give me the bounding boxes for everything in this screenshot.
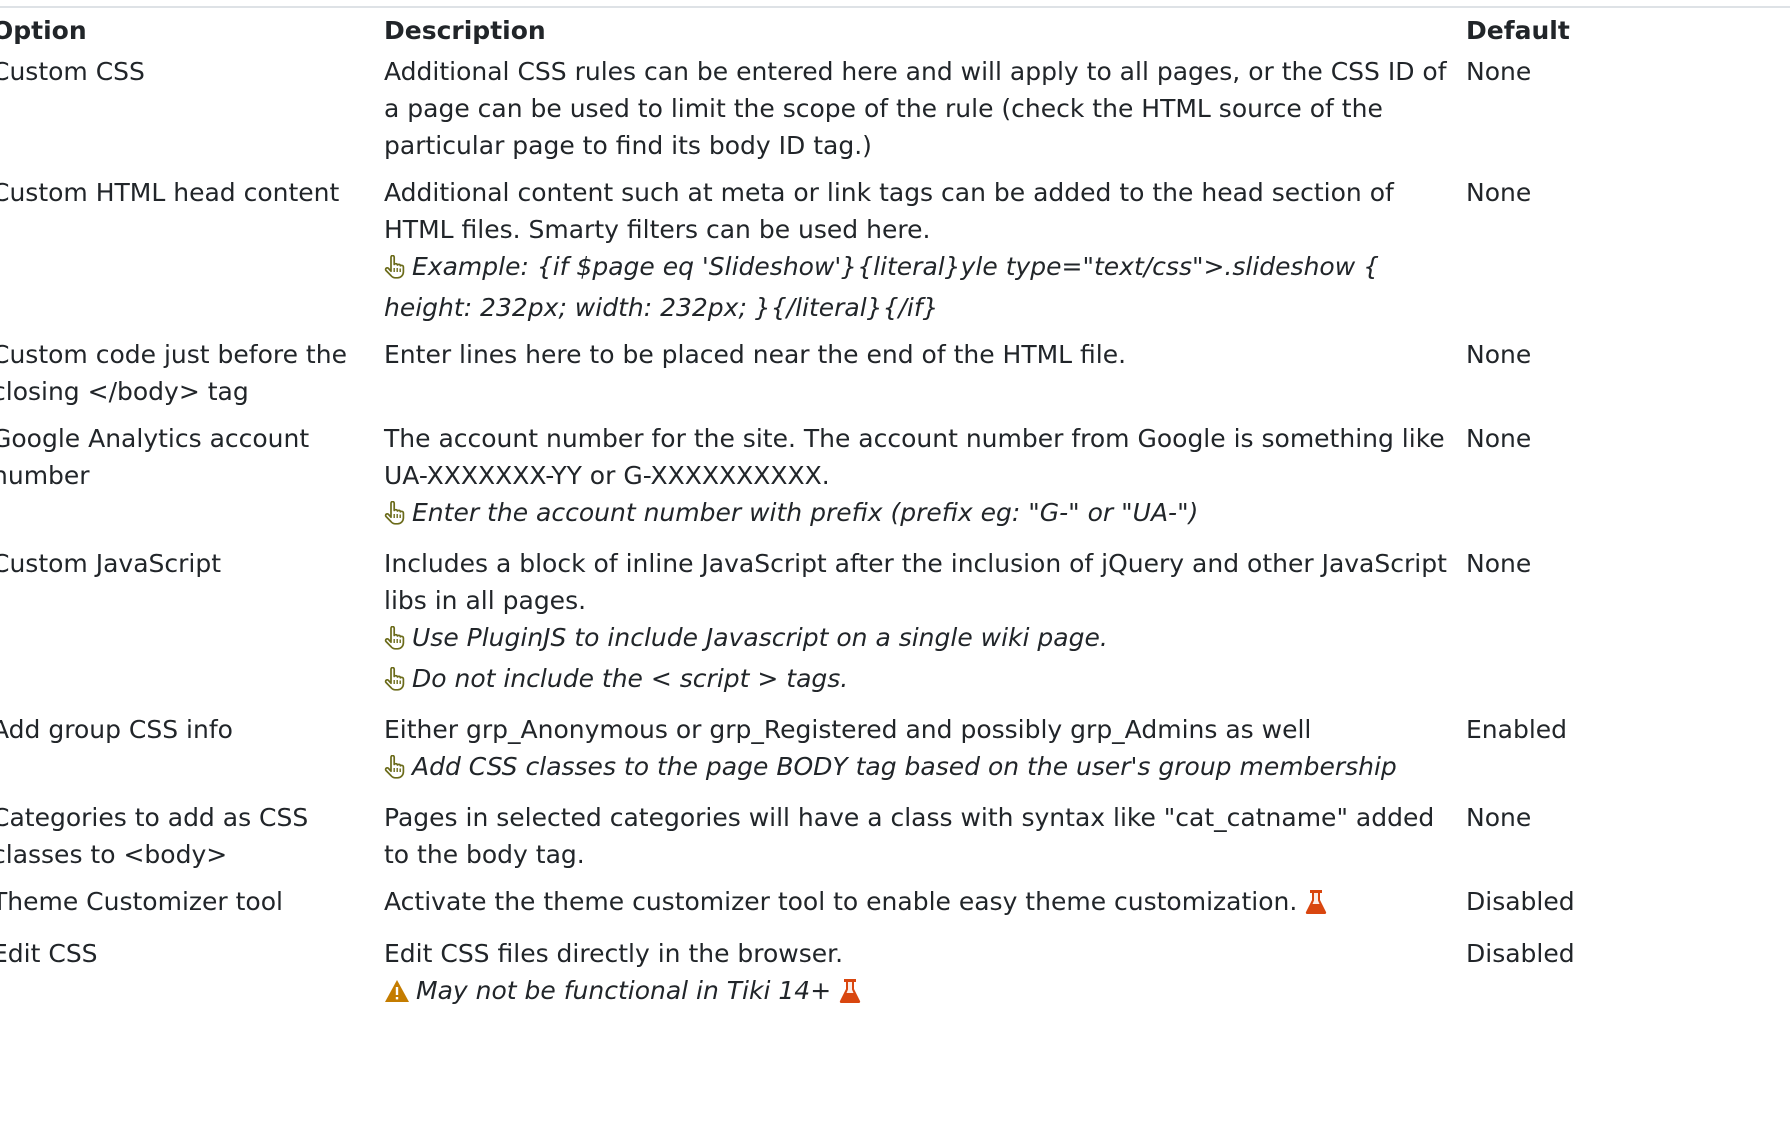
header-row: Option Description Default (0, 12, 1790, 53)
column-header-default: Default (1466, 16, 1570, 45)
table-row: Google Analytics account number The accou… (0, 420, 1790, 545)
table-row: Custom code just before the closing </bo… (0, 336, 1790, 420)
pointing-hand-icon (384, 664, 406, 701)
option-description: The account number for the site. The acc… (384, 424, 1445, 490)
option-default: None (1466, 803, 1532, 832)
option-description-cell: Includes a block of inline JavaScript af… (384, 545, 1466, 711)
option-name: Custom code just before the closing </bo… (0, 340, 347, 406)
option-default: None (1466, 424, 1532, 453)
option-description-cell: Either grp_Anonymous or grp_Registered a… (384, 711, 1466, 799)
option-description-cell: Pages in selected categories will have a… (384, 799, 1466, 883)
option-description: Includes a block of inline JavaScript af… (384, 549, 1447, 615)
option-description: Additional CSS rules can be entered here… (384, 57, 1447, 160)
option-hint: Enter the account number with prefix (pr… (384, 494, 1458, 535)
table-row: Add group CSS info Either grp_Anonymous o… (0, 711, 1790, 799)
table-row: Categories to add as CSS classes to <bod… (0, 799, 1790, 883)
option-hint: Do not include the < script > tags. (384, 660, 1458, 701)
option-default: None (1466, 340, 1532, 369)
option-default: None (1466, 57, 1532, 86)
table-row: Custom CSS Additional CSS rules can be en… (0, 53, 1790, 174)
option-description: Either grp_Anonymous or grp_Registered a… (384, 715, 1312, 744)
table-row: Custom JavaScript Includes a block of inl… (0, 545, 1790, 711)
pointing-hand-icon (384, 752, 406, 789)
option-hint: Add CSS classes to the page BODY tag bas… (384, 748, 1458, 789)
option-hint: Example: {if $page eq 'Slideshow'}{liter… (384, 248, 1458, 326)
option-default: Disabled (1466, 887, 1575, 916)
option-description-cell: Activate the theme customizer tool to en… (384, 883, 1466, 935)
option-warning-text: May not be functional in Tiki 14+ (416, 976, 832, 1005)
preferences-table: Option Description Default Custom CSS Add… (0, 12, 1790, 1024)
option-description-cell: The account number for the site. The acc… (384, 420, 1466, 545)
option-hint-text: Enter the account number with prefix (pr… (412, 498, 1199, 527)
option-hint-text: Example: {if $page eq 'Slideshow'}{liter… (384, 252, 1380, 322)
experimental-beaker-icon (1305, 888, 1327, 925)
option-hint-text: Use PluginJS to include Javascript on a … (412, 623, 1108, 652)
option-name: Custom CSS (0, 57, 145, 86)
pointing-hand-icon (384, 498, 406, 535)
pointing-hand-icon (384, 252, 406, 289)
table-row: Theme Customizer tool Activate the theme … (0, 883, 1790, 935)
option-description: Enter lines here to be placed near the e… (384, 340, 1127, 369)
option-hint: Use PluginJS to include Javascript on a … (384, 619, 1458, 660)
option-name: Theme Customizer tool (0, 887, 283, 916)
option-name: Add group CSS info (0, 715, 233, 744)
option-description-cell: Additional CSS rules can be entered here… (384, 53, 1466, 174)
option-description: Edit CSS files directly in the browser. (384, 939, 844, 968)
option-warning: May not be functional in Tiki 14+ (384, 972, 1458, 1014)
option-name: Edit CSS (0, 939, 98, 968)
option-name: Google Analytics account number (0, 424, 310, 490)
column-header-description: Description (384, 16, 546, 45)
option-description: Activate the theme customizer tool to en… (384, 887, 1298, 916)
experimental-beaker-icon (839, 977, 861, 1014)
column-header-option: Option (0, 16, 87, 45)
table-row: Custom HTML head content Additional conte… (0, 174, 1790, 336)
option-default: Disabled (1466, 939, 1575, 968)
warning-triangle-icon (384, 976, 410, 1013)
option-default: Enabled (1466, 715, 1568, 744)
option-default: None (1466, 549, 1532, 578)
table-row: Edit CSS Edit CSS files directly in the b… (0, 935, 1790, 1024)
option-default: None (1466, 178, 1532, 207)
option-description-cell: Edit CSS files directly in the browser. M… (384, 935, 1466, 1024)
option-name: Categories to add as CSS classes to <bod… (0, 803, 309, 869)
option-description: Pages in selected categories will have a… (384, 803, 1435, 869)
option-description-cell: Enter lines here to be placed near the e… (384, 336, 1466, 420)
option-name: Custom JavaScript (0, 549, 222, 578)
option-hint-text: Add CSS classes to the page BODY tag bas… (412, 752, 1397, 781)
option-description-cell: Additional content such at meta or link … (384, 174, 1466, 336)
pointing-hand-icon (384, 623, 406, 660)
top-divider (0, 6, 1790, 8)
option-description: Additional content such at meta or link … (384, 178, 1394, 244)
option-hint-text: Do not include the < script > tags. (412, 664, 849, 693)
option-name: Custom HTML head content (0, 178, 340, 207)
